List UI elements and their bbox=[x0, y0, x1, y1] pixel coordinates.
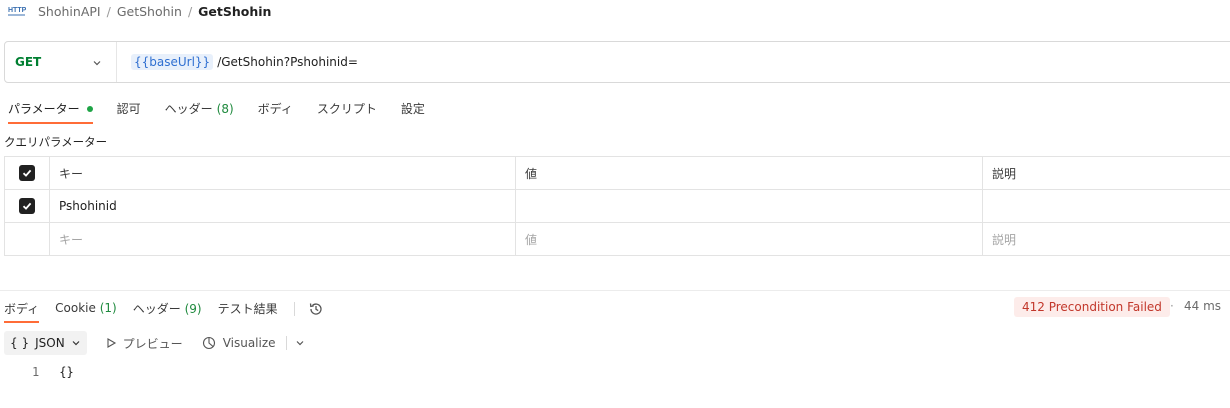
format-select[interactable]: { } JSON bbox=[4, 331, 87, 355]
request-tabs: パラメーター 認可 ヘッダー (8) ボディ スクリプト 設定 bbox=[8, 97, 449, 124]
more-options-chevron[interactable] bbox=[295, 338, 305, 348]
tab-scripts[interactable]: スクリプト bbox=[317, 97, 377, 124]
tab-test-results-label: テスト結果 bbox=[217, 301, 278, 316]
chevron-down-icon bbox=[296, 341, 303, 346]
chevron-down-icon bbox=[92, 57, 102, 67]
row-checkbox[interactable] bbox=[19, 198, 35, 214]
format-label: JSON bbox=[35, 336, 65, 350]
column-header-description: 説明 bbox=[982, 156, 1230, 190]
response-code-editor[interactable]: 1 {} bbox=[32, 365, 74, 379]
tab-cookies[interactable]: Cookie (1) bbox=[55, 297, 117, 321]
response-toolbar: { } JSON プレビュー Visualize bbox=[4, 331, 305, 355]
toolbar-divider bbox=[285, 336, 287, 350]
checkmark-icon bbox=[22, 169, 32, 177]
tab-body-label: ボディ bbox=[257, 102, 293, 116]
tab-settings-label: 設定 bbox=[400, 102, 425, 116]
url-path: /GetShohin?Pshohinid= bbox=[217, 55, 358, 69]
visualize-icon bbox=[202, 336, 215, 350]
preview-label: プレビュー bbox=[122, 336, 183, 351]
tab-headers[interactable]: ヘッダー (8) bbox=[165, 97, 234, 124]
preview-button[interactable]: プレビュー bbox=[105, 335, 183, 352]
tab-authorization-label: 認可 bbox=[116, 102, 141, 116]
params-header-row: キー 値 説明 bbox=[4, 156, 1230, 190]
code-line: {} bbox=[59, 365, 74, 379]
url-bar: GET {{baseUrl}} /GetShohin?Pshohinid= bbox=[4, 41, 1230, 83]
breadcrumb-separator: / bbox=[106, 3, 111, 19]
tab-scripts-label: スクリプト bbox=[316, 102, 377, 116]
table-row: Pshohinid bbox=[4, 189, 1230, 223]
breadcrumb-current[interactable]: GetShohin bbox=[198, 4, 271, 19]
row-check-cell bbox=[4, 189, 50, 223]
param-description-cell[interactable] bbox=[982, 189, 1230, 223]
http-request-icon: HTTP bbox=[8, 3, 26, 19]
breadcrumb: HTTP ShohinAPI / GetShohin / GetShohin bbox=[8, 2, 271, 20]
params-table: キー 値 説明 Pshohinid キー 値 説明 bbox=[4, 156, 1230, 256]
query-params-title: クエリパラメーター bbox=[4, 135, 108, 149]
column-header-value: 値 bbox=[515, 156, 983, 190]
breadcrumb-collection[interactable]: ShohinAPI bbox=[38, 4, 101, 19]
tab-headers-count: (8) bbox=[216, 101, 234, 116]
svg-text:HTTP: HTTP bbox=[8, 7, 26, 14]
tab-authorization[interactable]: 認可 bbox=[117, 97, 141, 124]
empty-check-cell bbox=[4, 222, 50, 256]
url-variable: {{baseUrl}} bbox=[131, 54, 214, 70]
tab-divider bbox=[293, 302, 295, 316]
tab-test-results[interactable]: テスト結果 bbox=[218, 296, 278, 323]
tab-body[interactable]: ボディ bbox=[258, 97, 293, 124]
status-separator: · bbox=[1170, 299, 1174, 313]
chevron-down-icon bbox=[72, 341, 80, 346]
select-all-cell bbox=[4, 156, 50, 190]
history-icon[interactable] bbox=[307, 300, 325, 318]
tab-response-headers-label: ヘッダー bbox=[132, 301, 181, 316]
tab-cookies-label: Cookie bbox=[55, 301, 96, 315]
column-header-key: キー bbox=[49, 156, 516, 190]
response-time[interactable]: 44 ms bbox=[1184, 299, 1221, 313]
param-value-cell[interactable] bbox=[515, 189, 983, 223]
tab-response-body-label: ボディ bbox=[4, 301, 40, 316]
tab-response-body[interactable]: ボディ bbox=[4, 296, 40, 323]
param-key-cell[interactable]: Pshohinid bbox=[49, 189, 516, 223]
tab-cookies-count: (1) bbox=[99, 301, 117, 315]
checkmark-icon bbox=[22, 202, 32, 210]
tab-headers-label: ヘッダー bbox=[164, 102, 213, 116]
visualize-label: Visualize bbox=[222, 336, 276, 350]
method-label: GET bbox=[15, 55, 42, 69]
status-badge[interactable]: 412 Precondition Failed bbox=[1014, 297, 1170, 317]
visualize-button[interactable]: Visualize bbox=[201, 335, 276, 351]
key-placeholder-input[interactable]: キー bbox=[49, 222, 516, 256]
select-all-checkbox[interactable] bbox=[19, 165, 35, 181]
description-placeholder-input[interactable]: 説明 bbox=[982, 222, 1230, 256]
tab-response-headers-count: (9) bbox=[184, 301, 202, 316]
tab-params[interactable]: パラメーター bbox=[8, 97, 93, 124]
method-select[interactable]: GET bbox=[5, 42, 117, 82]
braces-icon: { } bbox=[10, 336, 30, 350]
line-number: 1 bbox=[32, 365, 40, 379]
tab-settings[interactable]: 設定 bbox=[401, 97, 425, 124]
response-tabs: ボディ Cookie (1) ヘッダー (9) テスト結果 bbox=[4, 296, 325, 323]
params-indicator-dot bbox=[86, 105, 93, 112]
breadcrumb-separator: / bbox=[187, 3, 193, 19]
tab-params-label: パラメーター bbox=[8, 102, 80, 116]
value-placeholder-input[interactable]: 値 bbox=[515, 222, 983, 256]
tab-response-headers[interactable]: ヘッダー (9) bbox=[133, 296, 202, 323]
url-input[interactable]: {{baseUrl}} /GetShohin?Pshohinid= bbox=[117, 42, 1230, 82]
table-row-empty: キー 値 説明 bbox=[4, 222, 1230, 256]
play-icon bbox=[107, 338, 116, 348]
breadcrumb-request[interactable]: GetShohin bbox=[117, 4, 182, 19]
response-divider[interactable] bbox=[0, 290, 1230, 291]
